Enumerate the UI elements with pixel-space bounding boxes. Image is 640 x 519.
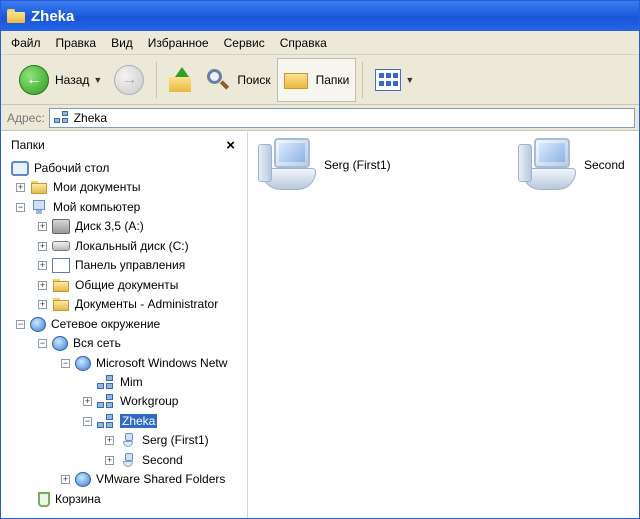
collapse-icon[interactable]: − [16, 202, 25, 212]
control-panel-icon [52, 257, 70, 273]
views-dropdown-icon[interactable]: ▼ [405, 75, 414, 85]
forward-arrow-icon: → [114, 64, 145, 95]
workgroup-icon [97, 374, 115, 390]
back-arrow-icon: ← [19, 64, 49, 95]
tree-item-vmware-shared-folders[interactable]: + VMware Shared Folders [61, 470, 225, 488]
computer-icon [30, 199, 48, 215]
tree-item-local-disk[interactable]: + Локальный диск (C:) [38, 237, 189, 255]
network-icon [53, 110, 70, 125]
menu-file[interactable]: Файл [11, 36, 41, 50]
content-pane: Serg (First1) Second [248, 132, 639, 518]
menu-bar: Файл Правка Вид Избранное Сервис Справка [1, 31, 639, 55]
tree-item-workgroup[interactable]: + Workgroup [83, 392, 178, 410]
collapse-icon[interactable]: − [61, 358, 70, 368]
collapse-icon[interactable]: − [38, 338, 47, 348]
floppy-drive-icon [52, 218, 70, 234]
address-label: Адрес: [7, 110, 45, 125]
explorer-window: Zheka Файл Правка Вид Избранное Сервис С… [0, 0, 640, 519]
globe-icon [52, 335, 68, 351]
toolbar: ← Назад ▼ → Поиск Папки ▼ [1, 55, 639, 105]
tree-item-recycle-bin[interactable]: Корзина [38, 490, 101, 508]
tree-item-network-places[interactable]: − Сетевое окружение [16, 315, 160, 333]
views-button[interactable]: ▼ [369, 58, 420, 102]
computer-item-second[interactable]: Second [518, 138, 625, 192]
folders-pane-header: Папки × [1, 132, 247, 158]
expand-icon[interactable]: + [38, 280, 47, 290]
collapse-icon[interactable]: − [16, 319, 25, 329]
toolbar-separator [362, 61, 364, 98]
search-label: Поиск [237, 72, 271, 87]
computer-icon [119, 432, 137, 448]
folders-pane-title: Папки [11, 138, 45, 152]
tree-item-ms-windows-network[interactable]: − Microsoft Windows Netw [61, 354, 227, 372]
computer-icon [518, 138, 578, 192]
toolbar-separator [156, 61, 158, 98]
expand-icon[interactable]: + [105, 435, 114, 445]
title-bar[interactable]: Zheka [1, 1, 639, 31]
hard-disk-icon [52, 241, 70, 251]
expand-icon[interactable]: + [16, 182, 25, 192]
menu-tools[interactable]: Сервис [224, 36, 265, 50]
address-value: Zheka [73, 110, 108, 125]
menu-favorites[interactable]: Избранное [148, 36, 209, 50]
address-input[interactable]: Zheka [48, 107, 635, 128]
computer-icon [119, 452, 137, 468]
menu-help[interactable]: Справка [280, 36, 327, 50]
back-label: Назад [55, 72, 90, 87]
tree-item-serg[interactable]: + Serg (First1) [105, 431, 209, 449]
search-icon [205, 67, 231, 93]
expand-icon[interactable]: + [38, 299, 47, 309]
tree-item-entire-network[interactable]: − Вся сеть [38, 334, 121, 352]
tree-item-floppy[interactable]: + Диск 3,5 (A:) [38, 217, 144, 235]
folders-label: Папки [315, 72, 350, 87]
folder-up-icon [169, 66, 193, 93]
folder-icon [52, 297, 70, 312]
expand-icon[interactable]: + [38, 241, 47, 251]
up-button[interactable] [163, 58, 199, 102]
tree-item-mim[interactable]: Mim [83, 373, 143, 391]
workgroup-icon [97, 413, 115, 429]
menu-view[interactable]: Вид [111, 36, 133, 50]
globe-icon [75, 471, 91, 487]
folder-icon [30, 180, 48, 195]
tree-item-zheka[interactable]: − Zheka [83, 412, 158, 430]
network-places-icon [30, 316, 46, 332]
computer-icon [258, 138, 318, 192]
expand-icon[interactable]: + [83, 396, 92, 406]
computer-item-label: Second [584, 158, 625, 172]
close-icon[interactable]: × [226, 137, 235, 154]
tree-item-second[interactable]: + Second [105, 451, 183, 469]
forward-button[interactable]: → [108, 58, 150, 102]
collapse-icon[interactable]: − [83, 416, 92, 426]
tree-item-shared-documents[interactable]: + Общие документы [38, 276, 178, 294]
views-icon [375, 68, 402, 91]
workgroup-icon [97, 393, 115, 409]
desktop-icon [11, 160, 29, 176]
expand-icon[interactable]: + [38, 221, 47, 231]
tree-item-my-documents[interactable]: + Мои документы [16, 178, 140, 196]
tree-item-my-computer[interactable]: − Мой компьютер [16, 198, 140, 216]
window-title: Zheka [31, 7, 75, 25]
search-button[interactable]: Поиск [199, 58, 276, 102]
folder-icon [52, 278, 70, 293]
expand-icon[interactable]: + [61, 474, 70, 484]
computer-item-label: Serg (First1) [324, 158, 391, 172]
tree-item-admin-documents[interactable]: + Документы - Administrator [38, 295, 218, 313]
tree-item-desktop[interactable]: Рабочий стол [11, 159, 109, 177]
folders-pane: Папки × Рабочий стол + Мои документы − М… [1, 132, 247, 518]
folder-icon [7, 9, 25, 23]
back-button[interactable]: ← Назад ▼ [13, 58, 108, 102]
back-dropdown-icon[interactable]: ▼ [93, 75, 102, 85]
folders-icon [283, 69, 310, 91]
expand-icon[interactable]: + [38, 260, 47, 270]
computer-item-serg[interactable]: Serg (First1) [258, 138, 391, 192]
globe-icon [75, 355, 91, 371]
folders-button[interactable]: Папки [276, 57, 357, 102]
menu-edit[interactable]: Правка [56, 36, 97, 50]
recycle-bin-icon [38, 491, 50, 507]
address-bar: Адрес: Zheka [1, 105, 639, 131]
expand-icon[interactable]: + [105, 455, 114, 465]
tree-item-control-panel[interactable]: + Панель управления [38, 256, 185, 274]
